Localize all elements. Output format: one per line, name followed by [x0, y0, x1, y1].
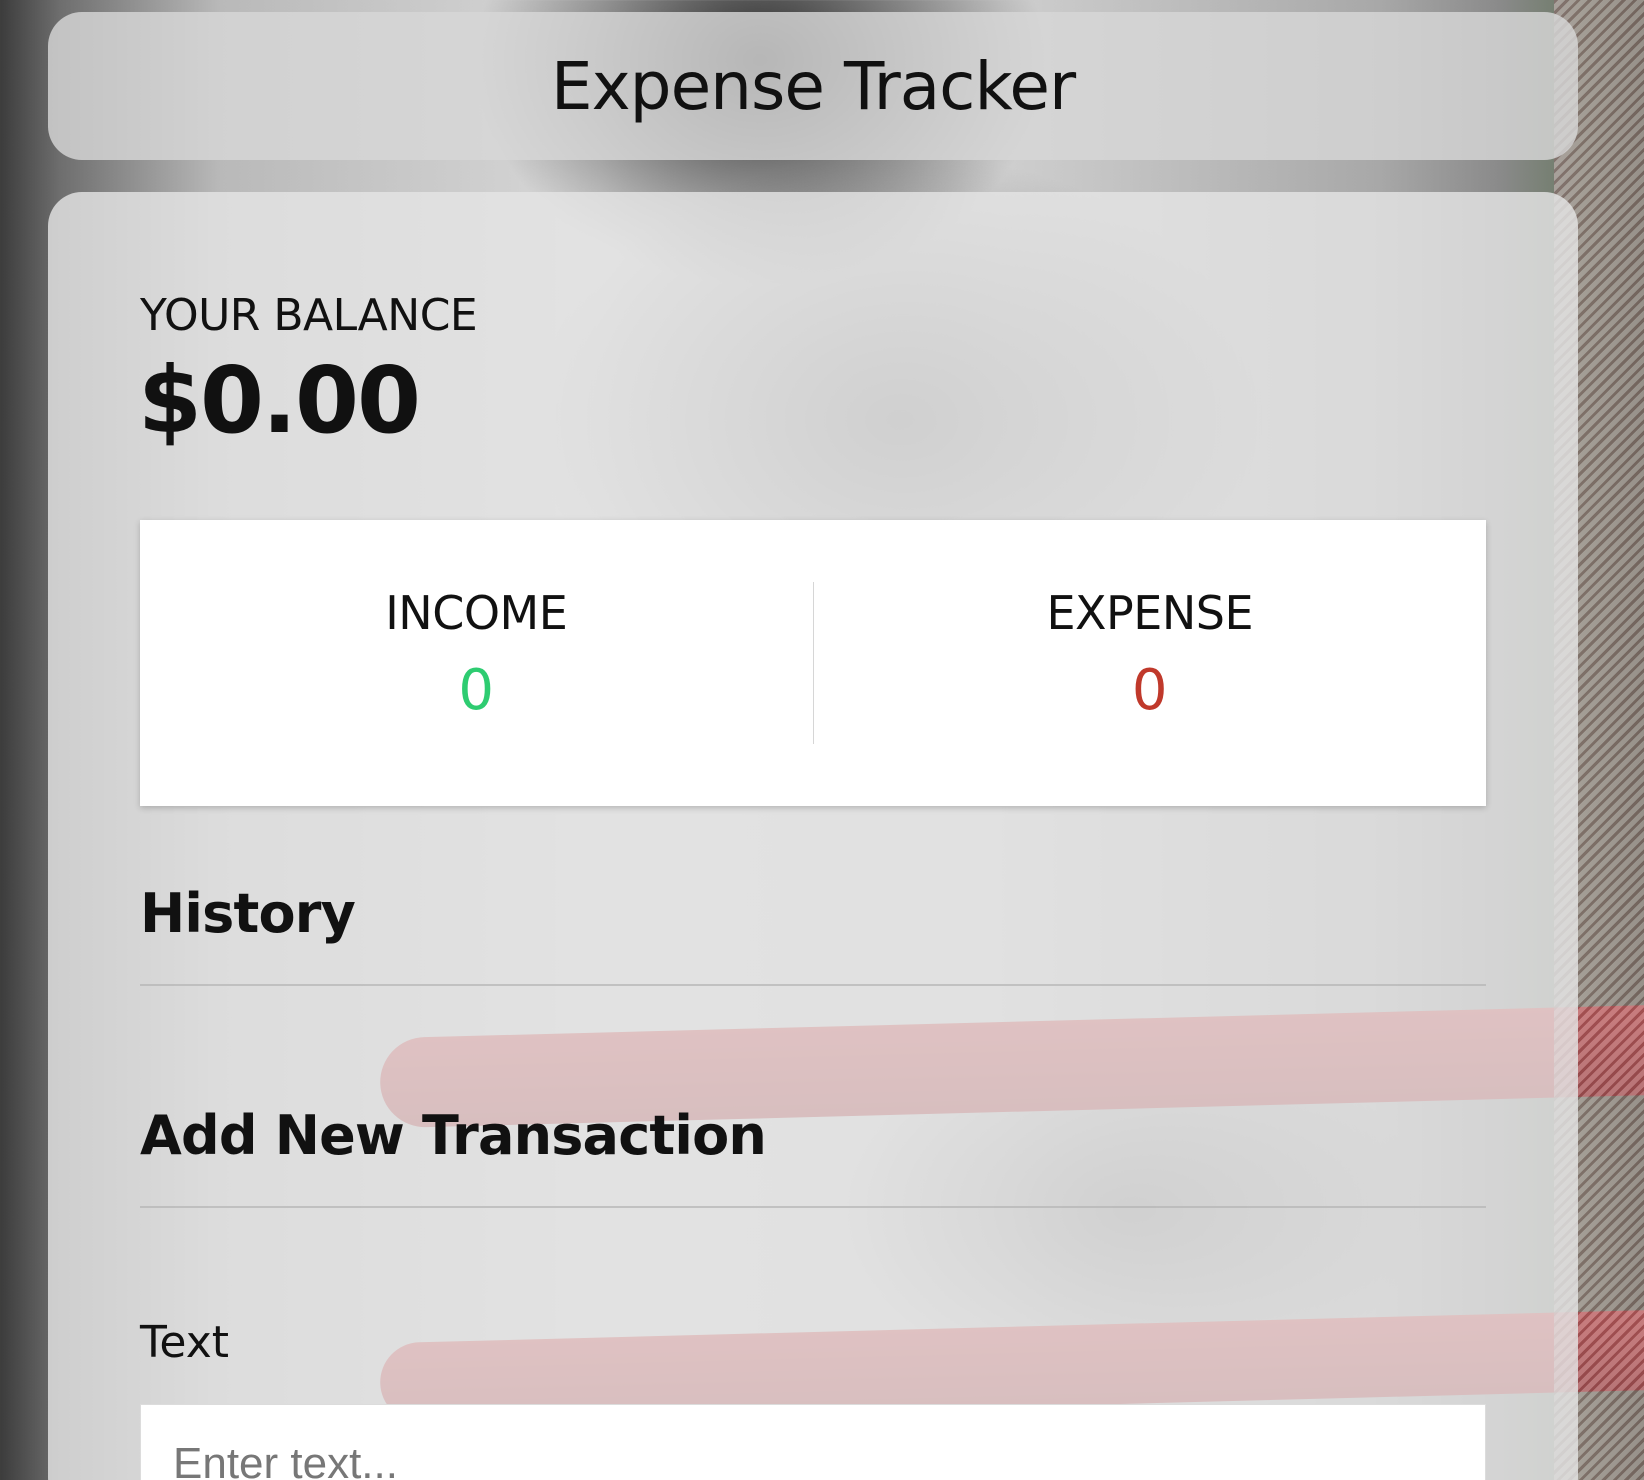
add-transaction-divider — [140, 1206, 1486, 1208]
expense-value: 0 — [1131, 658, 1168, 723]
app-title: Expense Tracker — [550, 47, 1076, 125]
income-column: INCOME 0 — [140, 520, 813, 806]
app-header: Expense Tracker — [48, 12, 1578, 160]
expense-column: EXPENSE 0 — [814, 520, 1487, 806]
add-transaction-title: Add New Transaction — [140, 1104, 767, 1167]
expense-label: EXPENSE — [1046, 586, 1254, 640]
balance-value: $0.00 — [138, 347, 421, 454]
income-label: INCOME — [385, 586, 568, 640]
history-divider — [140, 984, 1486, 986]
balance-label: YOUR BALANCE — [140, 290, 478, 341]
history-title: History — [140, 882, 356, 945]
text-field-label: Text — [140, 1317, 229, 1368]
main-panel: YOUR BALANCE $0.00 INCOME 0 EXPENSE 0 Hi… — [48, 192, 1578, 1480]
income-value: 0 — [458, 658, 495, 723]
income-expense-summary: INCOME 0 EXPENSE 0 — [140, 520, 1486, 806]
text-input[interactable] — [140, 1404, 1486, 1480]
